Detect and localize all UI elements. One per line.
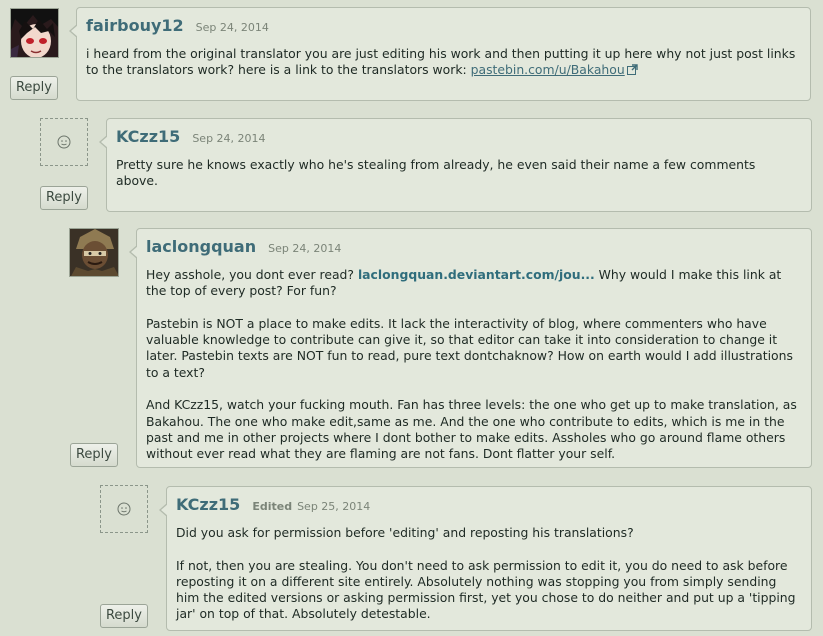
comment-date[interactable]: Sep 24, 2014 bbox=[192, 132, 265, 145]
reply-button[interactable]: Reply bbox=[40, 186, 88, 210]
comment-date[interactable]: Sep 24, 2014 bbox=[196, 21, 269, 34]
comment-bubble: laclongquan Sep 24, 2014 Hey asshole, yo… bbox=[129, 228, 812, 468]
reply-button[interactable]: Reply bbox=[100, 604, 148, 628]
avatar[interactable] bbox=[69, 228, 119, 277]
comment-body: Hey asshole, you dont ever read? laclong… bbox=[146, 267, 799, 463]
comment-date[interactable]: Sep 25, 2014 bbox=[297, 500, 370, 513]
comment-header: KCzz15 Sep 24, 2014 bbox=[116, 127, 799, 153]
username-link[interactable]: KCzz15 bbox=[176, 495, 240, 514]
comment-date[interactable]: Sep 24, 2014 bbox=[268, 242, 341, 255]
avatar[interactable] bbox=[100, 485, 148, 533]
comment-bubble: KCzz15 Edited Sep 25, 2014 Did you ask f… bbox=[159, 486, 812, 631]
smiley-icon bbox=[117, 502, 131, 516]
comment-paragraph: Pastebin is NOT a place to make edits. I… bbox=[146, 315, 793, 380]
comment-header: KCzz15 Edited Sep 25, 2014 bbox=[176, 495, 799, 521]
external-link[interactable]: pastebin.com/u/Bakahou bbox=[471, 62, 625, 77]
comment-paragraph: Hey asshole, you dont ever read? laclong… bbox=[146, 267, 782, 299]
comment-paragraph: If not, then you are stealing. You don't… bbox=[176, 557, 796, 622]
username-link[interactable]: fairbouy12 bbox=[86, 16, 184, 35]
external-link-icon bbox=[626, 64, 638, 76]
comment-body: i heard from the original translator you… bbox=[86, 46, 798, 79]
comment-bubble: fairbouy12 Sep 24, 2014 i heard from the… bbox=[69, 7, 811, 101]
warrior-avatar-icon bbox=[70, 229, 118, 276]
comment-body: Did you ask for permission before 'editi… bbox=[176, 525, 799, 623]
comment-text: i heard from the original translator you… bbox=[86, 46, 796, 78]
username-link[interactable]: KCzz15 bbox=[116, 127, 180, 146]
comment-paragraph: And KCzz15, watch your fucking mouth. Fa… bbox=[146, 397, 797, 462]
anime-avatar-icon bbox=[11, 9, 58, 57]
reply-button[interactable]: Reply bbox=[10, 76, 58, 100]
comment-bubble: KCzz15 Sep 24, 2014 Pretty sure he knows… bbox=[99, 118, 812, 212]
avatar[interactable] bbox=[10, 8, 59, 58]
comment-text: Pretty sure he knows exactly who he's st… bbox=[116, 157, 756, 189]
comment-body: Pretty sure he knows exactly who he's st… bbox=[116, 157, 799, 190]
username-link[interactable]: laclongquan bbox=[146, 237, 256, 256]
deviantart-link[interactable]: laclongquan.deviantart.com/jou... bbox=[358, 267, 595, 282]
reply-button[interactable]: Reply bbox=[70, 443, 118, 467]
comment-paragraph: Did you ask for permission before 'editi… bbox=[176, 525, 634, 540]
smiley-icon bbox=[57, 135, 71, 149]
edited-label: Edited bbox=[252, 500, 293, 513]
comment-header: laclongquan Sep 24, 2014 bbox=[146, 237, 799, 263]
avatar[interactable] bbox=[40, 118, 88, 166]
comment-header: fairbouy12 Sep 24, 2014 bbox=[86, 16, 798, 42]
